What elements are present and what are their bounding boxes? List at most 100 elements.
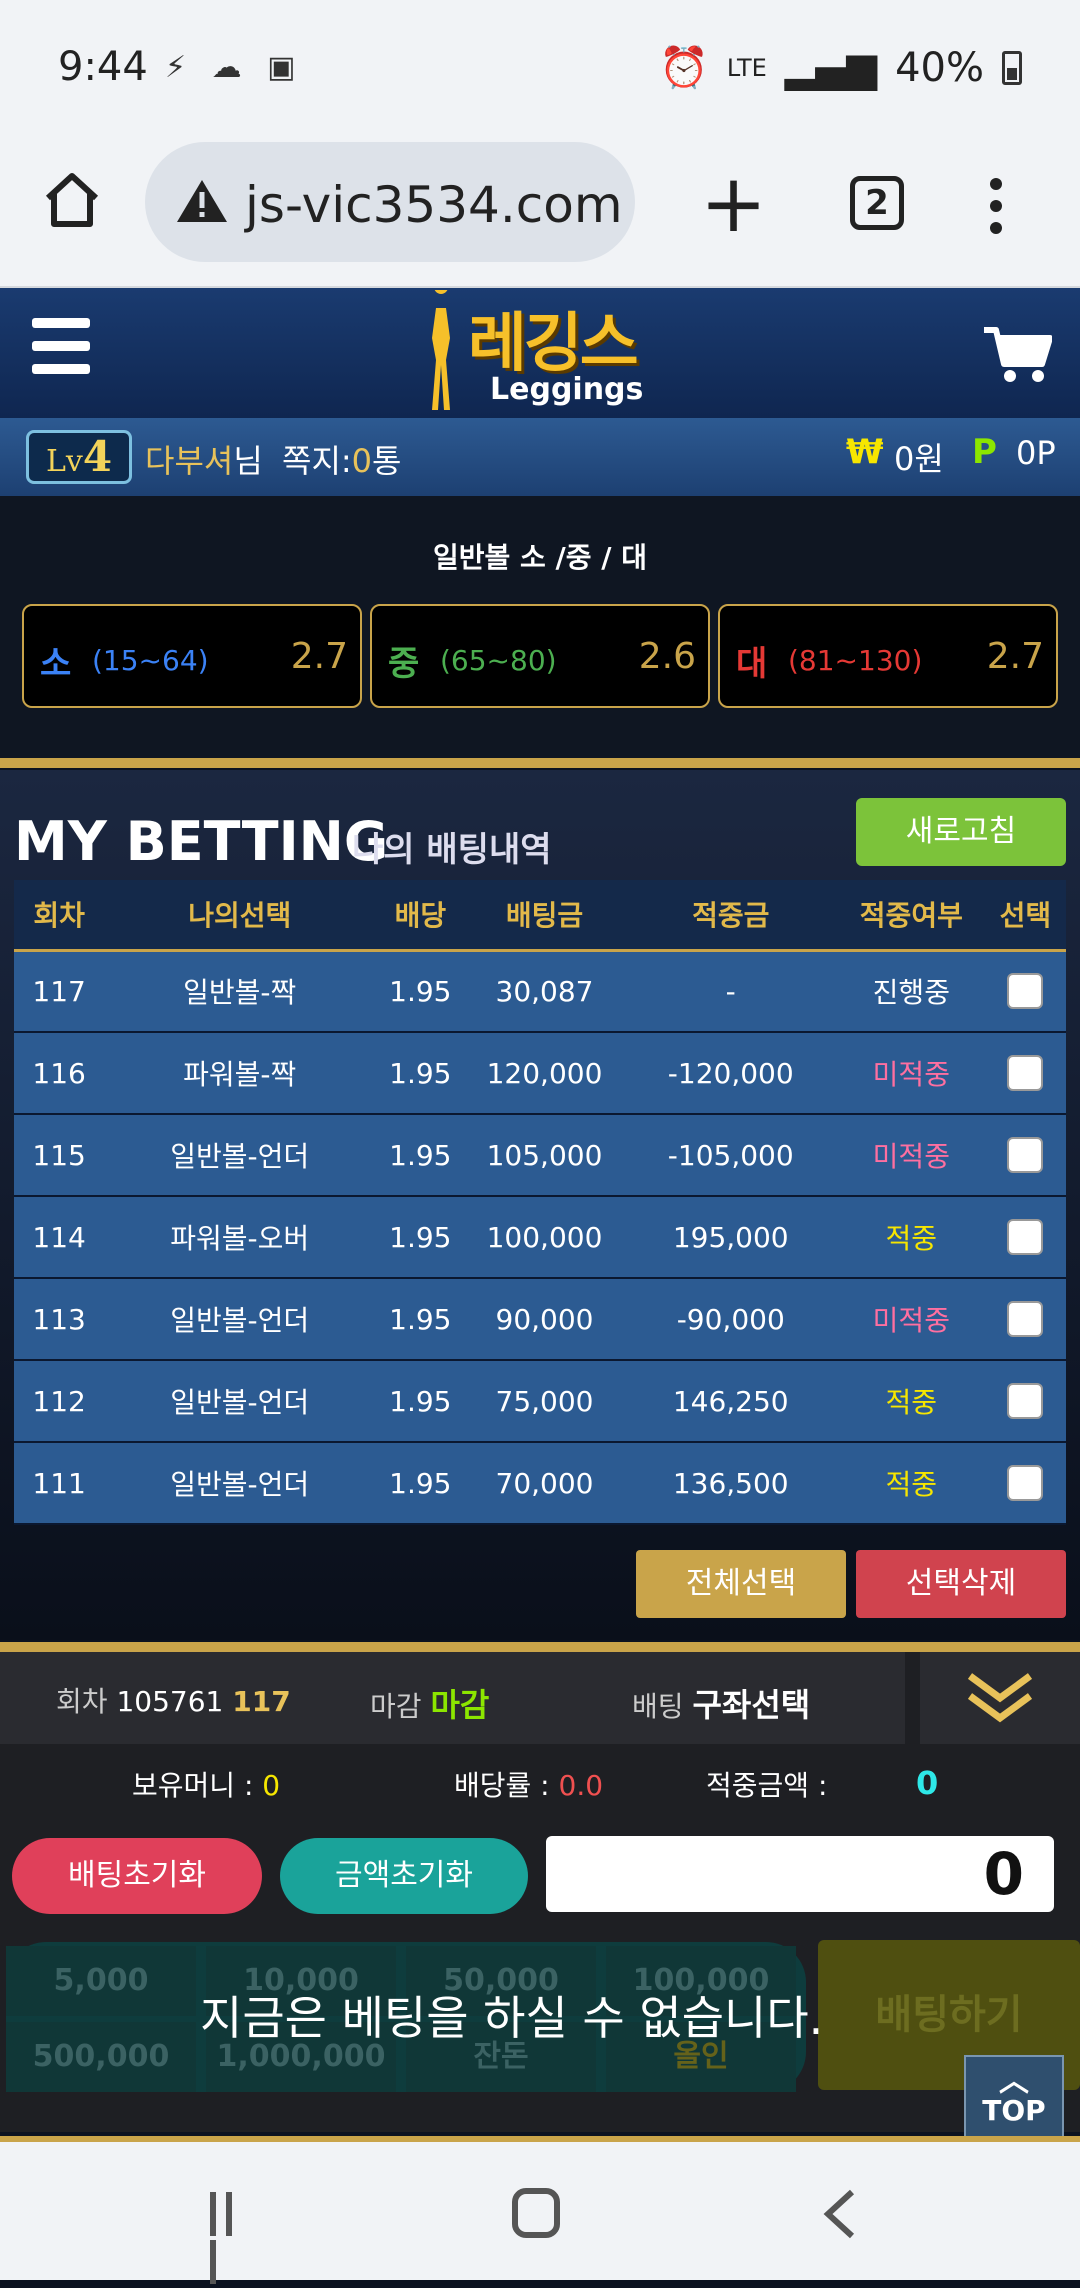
cell-result: 진행중	[837, 950, 985, 1033]
collapse-button[interactable]	[920, 1652, 1080, 1744]
username[interactable]: 다부셔님	[145, 436, 263, 482]
table-row: 116 파워볼-짝 1.95 120,000 -120,000 미적중	[14, 1032, 1066, 1115]
row-checkbox[interactable]	[1007, 1219, 1044, 1255]
scroll-top-button[interactable]: ︿ TOP	[964, 2055, 1064, 2143]
cell-select	[984, 1278, 1066, 1361]
address-bar[interactable]: js-vic3534.com	[145, 142, 635, 262]
back-icon[interactable]	[820, 2188, 860, 2240]
cell-choice: 파워볼-오버	[104, 1196, 376, 1279]
cell-bet-amount: 90,000	[465, 1278, 624, 1361]
messages-link[interactable]: 쪽지:0통	[282, 436, 401, 482]
ball-option-small[interactable]: 소 (15~64) 2.7	[22, 604, 362, 708]
row-checkbox[interactable]	[1007, 1055, 1044, 1091]
col-select: 선택	[984, 880, 1066, 952]
col-bet-amount: 배팅금	[465, 880, 624, 952]
balance-info: 보유머니 : 0	[132, 1764, 280, 1804]
cell-bet-amount: 70,000	[465, 1442, 624, 1525]
warning-icon[interactable]	[175, 178, 229, 224]
divider	[0, 758, 1080, 768]
message-count: 0	[351, 442, 373, 480]
row-checkbox[interactable]	[1007, 1301, 1044, 1337]
recent-apps-icon[interactable]	[210, 2192, 256, 2284]
row-checkbox[interactable]	[1007, 973, 1044, 1010]
my-betting-title: MY BETTING	[14, 810, 389, 873]
cell-result: 미적중	[837, 1114, 985, 1197]
row-checkbox[interactable]	[1007, 1137, 1044, 1173]
ball-option-odds: 2.6	[638, 636, 696, 677]
cell-odds: 1.95	[375, 1360, 466, 1443]
ball-option-large[interactable]: 대 (81~130) 2.7	[718, 604, 1058, 708]
cell-result: 적중	[837, 1442, 985, 1525]
cell-choice: 일반볼-언더	[104, 1114, 376, 1197]
top-label: TOP	[982, 2094, 1046, 2127]
my-betting-section: MY BETTING 나의 배팅내역 새로고침 회차 나의선택 배당 배팅금 적…	[0, 770, 1080, 1640]
col-round: 회차	[14, 880, 105, 952]
odds-info: 배당률 : 0.0	[454, 1764, 603, 1804]
cell-choice: 일반볼-언더	[104, 1278, 376, 1361]
cell-select	[984, 1196, 1066, 1279]
home-button-icon[interactable]	[512, 2188, 560, 2238]
win-info: 적중금액 :	[706, 1764, 827, 1804]
delete-selected-button[interactable]: 선택삭제	[856, 1550, 1066, 1618]
cart-icon[interactable]	[982, 324, 1052, 384]
logo-korean-text: 레깅스	[468, 307, 639, 381]
cell-round: 116	[14, 1032, 105, 1115]
balance-value: 0	[262, 1769, 281, 1802]
level-badge: Lv4	[26, 430, 132, 484]
betting-value: 구좌선택	[692, 1686, 811, 1724]
cell-odds: 1.95	[375, 1196, 466, 1279]
site-logo[interactable]: 레깅스 Leggings	[410, 288, 670, 418]
hamburger-menu-icon[interactable]	[32, 318, 90, 387]
cell-select	[984, 1114, 1066, 1197]
bet-amount-input[interactable]: 0	[546, 1836, 1054, 1912]
home-icon[interactable]	[40, 168, 104, 232]
username-text: 다부셔	[145, 442, 234, 480]
row-checkbox[interactable]	[1007, 1383, 1044, 1419]
ball-option-name: 소	[40, 644, 72, 684]
reset-amount-button[interactable]: 금액초기화	[280, 1838, 528, 1914]
chip-button[interactable]: 500,000	[6, 2022, 196, 2092]
overflow-menu-icon[interactable]	[990, 178, 1004, 244]
cell-choice: 일반볼-언더	[104, 1442, 376, 1525]
points-icon: P	[972, 432, 997, 472]
deadline-value: 마감	[430, 1686, 490, 1724]
cell-odds: 1.95	[375, 1032, 466, 1115]
double-chevron-down-icon	[967, 1673, 1033, 1723]
system-nav-bar	[0, 2136, 1080, 2284]
cell-win-amount: -	[623, 950, 838, 1033]
chip-button[interactable]: 5,000	[6, 1946, 196, 2016]
browser-toolbar: js-vic3534.com + 2	[0, 140, 1080, 288]
cell-round: 117	[14, 950, 105, 1033]
ball-option-medium[interactable]: 중 (65~80) 2.6	[370, 604, 710, 708]
col-win-amount: 적중금	[623, 880, 838, 952]
reset-bet-button[interactable]: 배팅초기화	[12, 1838, 262, 1914]
network-label: LTE	[726, 53, 767, 82]
site-header: 레깅스 Leggings	[0, 288, 1080, 418]
table-row: 111 일반볼-언더 1.95 70,000 136,500 적중	[14, 1442, 1066, 1525]
refresh-button[interactable]: 새로고침	[856, 798, 1066, 866]
cell-select	[984, 1442, 1066, 1525]
logo-figure-icon	[432, 290, 450, 410]
cell-round: 112	[14, 1360, 105, 1443]
won-icon: ₩	[846, 432, 884, 472]
new-tab-icon[interactable]: +	[700, 164, 767, 244]
ball-option-name: 대	[736, 644, 768, 684]
cell-bet-amount: 120,000	[465, 1032, 624, 1115]
col-choice: 나의선택	[104, 880, 376, 952]
deadline-info: 마감 마감	[370, 1680, 489, 1726]
table-row: 115 일반볼-언더 1.95 105,000 -105,000 미적중	[14, 1114, 1066, 1197]
select-all-button[interactable]: 전체선택	[636, 1550, 846, 1618]
url-text[interactable]: js-vic3534.com	[245, 176, 623, 234]
ball-option-odds: 2.7	[290, 636, 348, 677]
money-value: 0원	[894, 440, 944, 478]
betting-history-table: 회차 나의선택 배당 배팅금 적중금 적중여부 선택 117 일반볼-짝 1.95 3…	[14, 880, 1066, 1525]
row-checkbox[interactable]	[1007, 1465, 1044, 1501]
user-info-bar: Lv4 다부셔님 쪽지:0통 ₩ 0원 P 0P	[0, 418, 1080, 496]
tab-switcher-button[interactable]: 2	[850, 176, 904, 230]
chevron-up-icon: ︿	[999, 2064, 1029, 2099]
win-label: 적중금액 :	[706, 1769, 828, 1802]
cell-odds: 1.95	[375, 1278, 466, 1361]
message-label: 쪽지:	[282, 442, 352, 480]
my-betting-subtitle: 나의 배팅내역	[352, 830, 552, 870]
clock: 9:44	[58, 44, 148, 90]
